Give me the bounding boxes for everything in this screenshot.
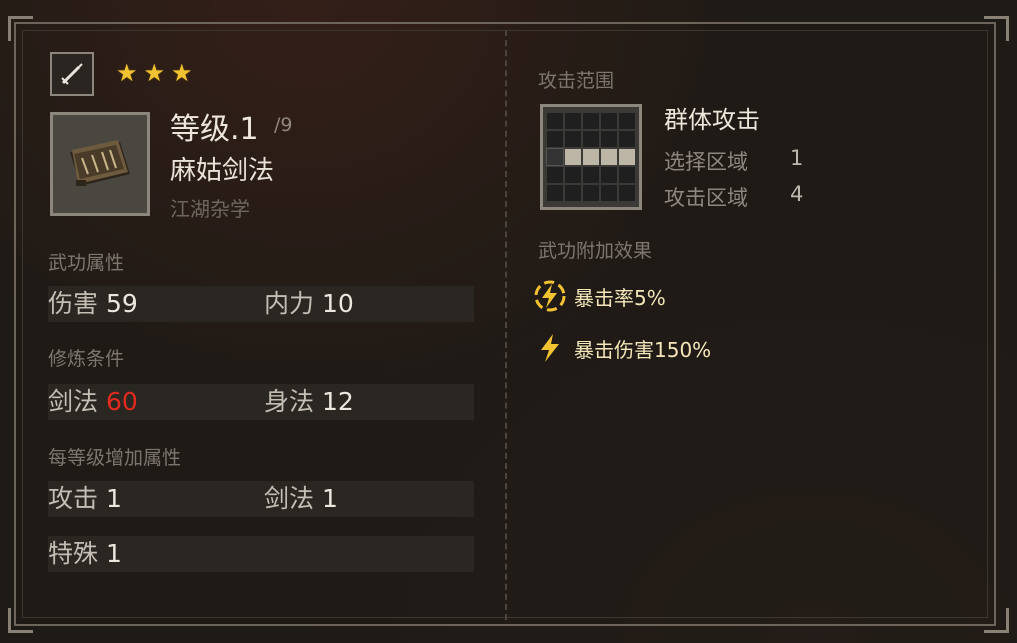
- stat-internal-power: 内力 10: [264, 286, 354, 322]
- sword-type-icon: [50, 52, 94, 96]
- skill-name: 麻姑剑法: [170, 156, 275, 186]
- stat-value: 59: [106, 289, 138, 318]
- stat-value: 1: [106, 484, 122, 513]
- per-level-special: 特殊 1: [48, 536, 122, 572]
- per-level-row: 攻击 1 剑法 1: [48, 481, 474, 517]
- range-grid: [546, 113, 635, 201]
- lightning-circle-icon: [532, 278, 568, 314]
- select-area-label: 选择区域: [664, 150, 748, 174]
- lightning-icon: [532, 330, 568, 366]
- stat-damage: 伤害 59: [48, 286, 138, 322]
- stat-value: 60: [106, 387, 138, 416]
- requirements-title: 修炼条件: [48, 348, 125, 370]
- per-level-row: 特殊 1: [48, 536, 474, 572]
- stat-label: 内力: [264, 289, 315, 318]
- star-icon: ★: [143, 59, 166, 87]
- stat-value: 1: [322, 484, 338, 513]
- attack-area-value: 4: [790, 182, 804, 206]
- stat-label: 剑法: [48, 387, 99, 416]
- stat-label: 剑法: [264, 484, 315, 513]
- column-divider: [505, 30, 507, 620]
- star-icon: ★: [116, 59, 138, 87]
- per-level-sword: 剑法 1: [264, 481, 338, 517]
- per-level-title: 每等级增加属性: [48, 447, 182, 469]
- effects-title: 武功附加效果: [538, 240, 653, 262]
- requirement-row: 剑法 60 身法 12: [48, 384, 474, 420]
- skill-level: 等级.1: [170, 112, 259, 147]
- stat-value: 10: [322, 289, 354, 318]
- attack-area-label: 攻击区域: [664, 186, 748, 210]
- effect-text: 暴击伤害150%: [574, 337, 712, 362]
- effect-text: 暴击率5%: [574, 285, 666, 310]
- skill-level-max: /9: [274, 114, 293, 136]
- attack-range-title: 攻击范围: [538, 70, 615, 92]
- req-sword: 剑法 60: [48, 384, 138, 420]
- attributes-title: 武功属性: [48, 252, 125, 274]
- stat-label: 身法: [264, 387, 315, 416]
- stat-value: 12: [322, 387, 354, 416]
- skill-detail-panel: ★ ★ ★ 等级.1 /9 麻姑剑法 江湖杂学 武功属性 伤害 59 内力 10 修…: [0, 0, 1017, 643]
- star-icon: ★: [171, 59, 193, 87]
- per-level-attack: 攻击 1: [48, 481, 122, 517]
- attack-range-grid-icon: [540, 104, 642, 210]
- attack-range-type: 群体攻击: [664, 106, 760, 134]
- stat-label: 攻击: [48, 484, 99, 513]
- star-rating: ★ ★ ★: [116, 60, 193, 86]
- stat-label: 伤害: [48, 289, 99, 318]
- select-area-value: 1: [790, 146, 804, 170]
- attribute-row: 伤害 59 内力 10: [48, 286, 474, 322]
- skill-category: 江湖杂学: [170, 197, 250, 221]
- effect-crit-damage: 暴击伤害150%: [532, 330, 711, 366]
- stat-value: 1: [106, 539, 122, 568]
- effect-crit-rate: 暴击率5%: [532, 278, 666, 314]
- req-movement: 身法 12: [264, 384, 354, 420]
- skill-book-icon: [50, 112, 150, 216]
- stat-label: 特殊: [48, 539, 99, 568]
